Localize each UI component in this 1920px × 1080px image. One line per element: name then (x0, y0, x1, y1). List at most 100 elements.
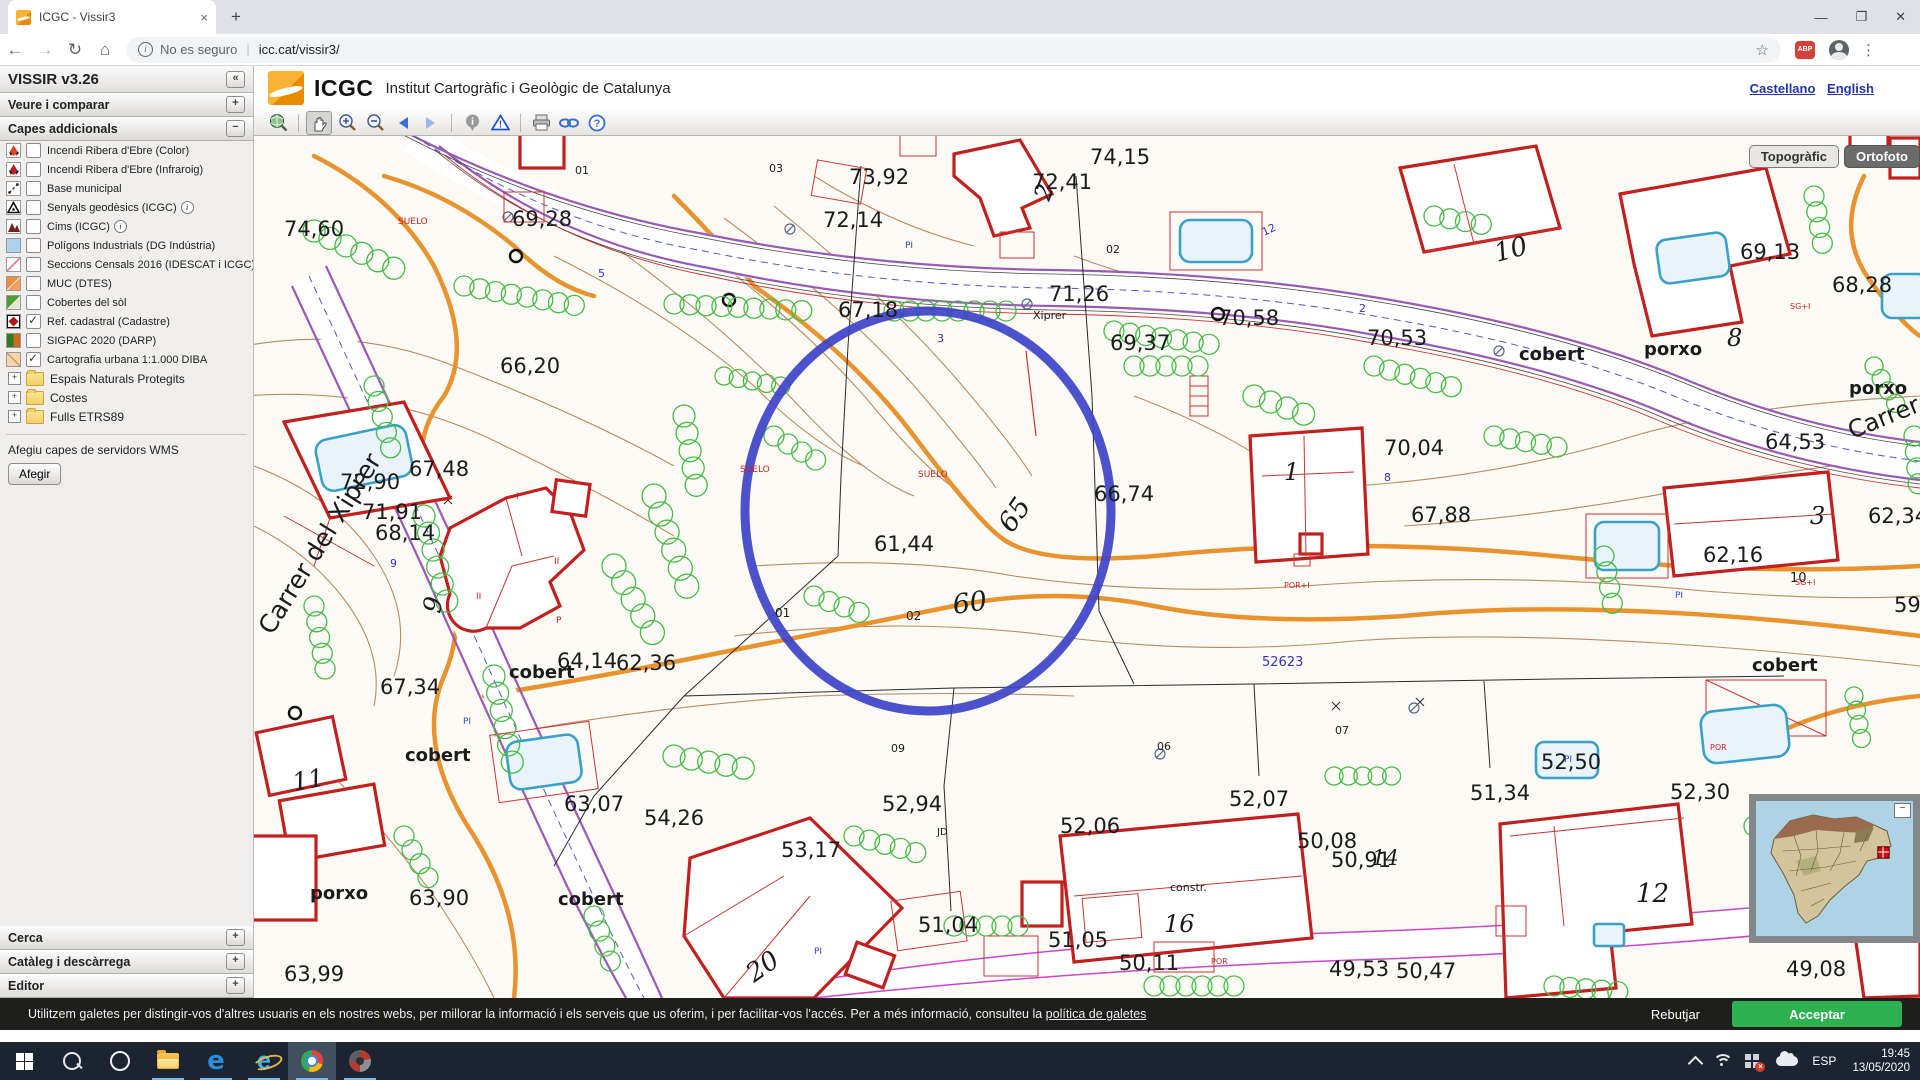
section-toggle-button[interactable]: + (226, 96, 245, 113)
layer-checkbox[interactable] (26, 219, 41, 234)
layer-checkbox[interactable] (26, 352, 41, 367)
previous-view-button[interactable] (390, 111, 416, 135)
sync-error-icon[interactable]: × (1745, 1054, 1762, 1069)
layer-checkbox[interactable] (26, 238, 41, 253)
print-button[interactable] (528, 111, 554, 135)
layer-item: Incendi Ribera d'Ebre (Infraroig) (0, 160, 253, 179)
next-view-button[interactable] (418, 111, 444, 135)
toolbar-separator (451, 114, 452, 132)
feature-info-button[interactable]: i (459, 111, 485, 135)
tray-expand-icon[interactable] (1688, 1055, 1704, 1071)
help-button[interactable]: ? (584, 111, 610, 135)
layer-label: Senyals geodèsics (ICGC) (47, 202, 177, 214)
warning-button[interactable]: ! (487, 111, 513, 135)
file-explorer-button[interactable] (144, 1042, 192, 1080)
section-toggle-button[interactable]: + (226, 977, 245, 994)
chrome-button[interactable] (288, 1042, 336, 1080)
expand-icon[interactable]: + (8, 391, 21, 404)
layer-checkbox[interactable] (26, 257, 41, 272)
zoom-out-button[interactable] (362, 111, 388, 135)
onedrive-icon[interactable] (1776, 1056, 1798, 1066)
annotation-circle (745, 311, 1111, 711)
layer-checkbox[interactable] (26, 333, 41, 348)
windows-logo-icon (16, 1053, 33, 1070)
url-field[interactable]: i No es seguro | icc.cat/vissir3/ ☆ (126, 37, 1781, 63)
layer-checkbox[interactable] (26, 276, 41, 291)
cookie-accept-button[interactable]: Acceptar (1732, 1001, 1902, 1027)
sidebar-section-cat-leg-i-desc-rrega[interactable]: Catàleg i descàrrega+ (0, 950, 253, 974)
zoom-in-button[interactable] (334, 111, 360, 135)
layer-info-icon[interactable]: i (114, 220, 127, 233)
layer-info-icon[interactable]: i (181, 201, 194, 214)
close-window-button[interactable]: ✕ (1895, 9, 1906, 25)
forward-icon[interactable]: → (30, 40, 60, 60)
new-tab-button[interactable]: + (224, 8, 248, 28)
layer-checkbox[interactable] (26, 143, 41, 158)
collapse-sidebar-button[interactable]: « (226, 71, 245, 88)
folder-item-costes[interactable]: +Costes (0, 388, 253, 407)
layer-checkbox[interactable] (26, 314, 41, 329)
close-tab-icon[interactable]: × (200, 10, 208, 25)
taskbar-search-button[interactable] (48, 1042, 96, 1080)
lang-link-castellano[interactable]: Castellano (1750, 81, 1816, 96)
section-toggle-button[interactable]: + (226, 929, 245, 946)
expand-icon[interactable]: + (8, 372, 21, 385)
zoom-world-button[interactable] (265, 111, 291, 135)
site-info-icon[interactable]: i (138, 42, 153, 57)
browser-tab[interactable]: ICGC - Vissir3 × (8, 0, 216, 34)
layer-checkbox[interactable] (26, 181, 41, 196)
cortana-button[interactable] (96, 1042, 144, 1080)
layer-checkbox[interactable] (26, 162, 41, 177)
permalink-button[interactable] (556, 111, 582, 135)
language-indicator[interactable]: ESP (1812, 1054, 1836, 1068)
folder-item-espais-naturals-protegits[interactable]: +Espais Naturals Protegits (0, 369, 253, 388)
reload-icon[interactable]: ↻ (60, 40, 90, 60)
sidebar-section-cerca[interactable]: Cerca+ (0, 926, 253, 950)
cookie-policy-link[interactable]: política de galetes (1046, 1007, 1147, 1021)
map-label: 74,60 (284, 217, 344, 241)
basemap-topografic-button[interactable]: Topogràfic (1749, 145, 1839, 168)
section-toggle-button[interactable]: − (226, 120, 245, 137)
pinned-app-button[interactable] (336, 1042, 384, 1080)
profile-avatar[interactable] (1829, 40, 1849, 60)
wifi-icon[interactable] (1713, 1054, 1731, 1068)
add-wms-button[interactable]: Afegir (8, 463, 61, 485)
expand-icon[interactable]: + (8, 410, 21, 423)
browser-menu-icon[interactable]: ⋮ (1861, 41, 1876, 59)
bookmark-star-icon[interactable]: ☆ (1756, 41, 1769, 59)
overview-minimize-button[interactable]: − (1894, 803, 1911, 818)
layer-checkbox[interactable] (26, 200, 41, 215)
sidebar-section-capes-addicionals[interactable]: Capes addicionals− (0, 117, 253, 141)
section-toggle-button[interactable]: + (226, 953, 245, 970)
folder-label: Fulls ETRS89 (50, 410, 124, 424)
home-icon[interactable]: ⌂ (90, 40, 120, 60)
cookie-consent-bar: Utilitzem galetes per distingir-vos d'al… (0, 998, 1920, 1030)
internet-explorer-button[interactable]: e (240, 1042, 288, 1080)
map-label: 71,26 (1049, 282, 1109, 306)
overview-map[interactable]: − (1749, 794, 1920, 943)
cookie-reject-button[interactable]: Rebutjar (1645, 1006, 1706, 1023)
folder-item-fulls-etrs89[interactable]: + Fulls ETRS89 (0, 407, 253, 426)
sidebar-section-editor[interactable]: Editor+ (0, 974, 253, 998)
clock[interactable]: 19:45 13/05/2020 (1852, 1047, 1910, 1075)
layer-checkbox[interactable] (26, 295, 41, 310)
basemap-ortofoto-button[interactable]: Ortofoto (1844, 145, 1920, 168)
sidebar-section-veure-i-comparar[interactable]: Veure i comparar+ (0, 93, 253, 117)
svg-text:?: ? (594, 118, 601, 130)
lang-link-english[interactable]: English (1827, 81, 1874, 96)
map-label: 66,74 (1094, 482, 1154, 506)
map-canvas[interactable]: 74,1573,9272,41272,1474,6069,28SUELO0103… (254, 136, 1920, 998)
pan-hand-button[interactable] (306, 111, 332, 135)
maximize-button[interactable]: ❐ (1855, 9, 1867, 25)
back-icon[interactable]: ← (0, 40, 30, 60)
wms-label: Afegiu capes de servidors WMS (0, 441, 253, 463)
map-label: 01 (575, 164, 589, 177)
file-explorer-icon (157, 1053, 179, 1069)
start-button[interactable] (0, 1042, 48, 1080)
chrome-icon (301, 1050, 323, 1072)
map-viewport[interactable]: 74,1573,9272,41272,1474,6069,28SUELO0103… (254, 136, 1920, 998)
minimize-button[interactable]: — (1814, 10, 1827, 25)
icgc-logo (268, 71, 304, 105)
edge-button[interactable]: e (192, 1042, 240, 1080)
adblock-extension-icon[interactable]: ABP (1795, 41, 1815, 59)
